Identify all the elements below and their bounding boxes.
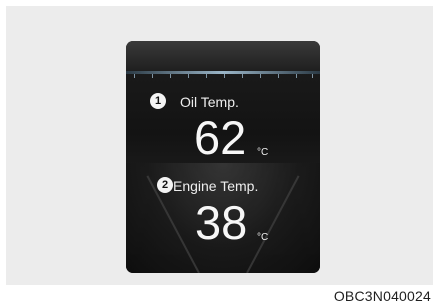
engine-temp-unit: °C <box>257 232 269 243</box>
cluster-display: 1 Oil Temp. 62 °C 2 Engine Temp. 38 °C <box>126 41 320 273</box>
engine-temp-label: Engine Temp. <box>173 178 259 194</box>
oil-temp-value: 62 <box>194 111 247 164</box>
engine-temp-value: 38 <box>195 196 248 249</box>
figure-code: OBC3N040024 <box>333 288 431 304</box>
oil-temp-gauge: 1 Oil Temp. 62 °C <box>126 41 320 161</box>
number-2-circle-icon: 2 <box>157 177 173 193</box>
oil-temp-label: Oil Temp. <box>180 94 239 110</box>
number-1-circle-icon: 1 <box>150 93 166 109</box>
engine-temp-gauge: 2 Engine Temp. 38 °C <box>126 157 320 273</box>
